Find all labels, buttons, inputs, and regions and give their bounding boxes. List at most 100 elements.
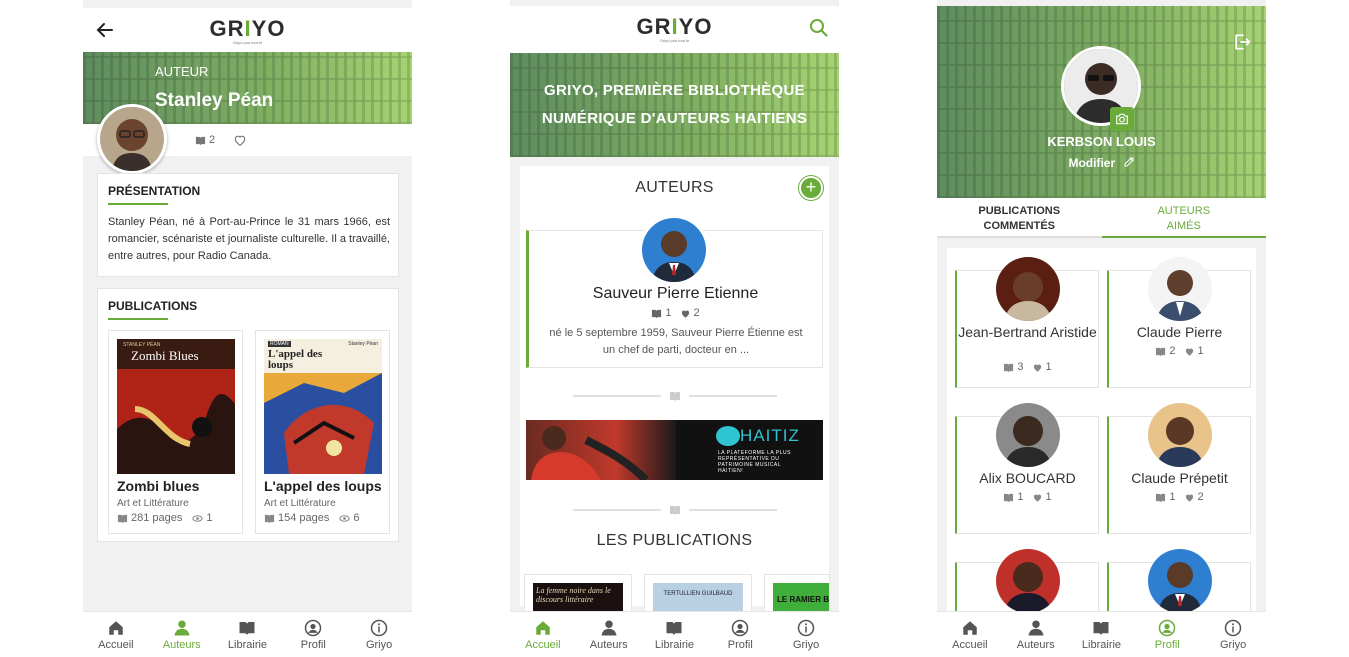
add-author-button[interactable]: + <box>799 176 823 200</box>
griyo-logo[interactable]: GRIYO Griyo pou tout lè <box>210 16 286 45</box>
publications-section-title: LES PUBLICATIONS <box>596 532 753 549</box>
nav-authors[interactable]: Auteurs <box>576 612 642 657</box>
book-icon <box>239 621 255 635</box>
author-name: Claude Pierre <box>1136 324 1223 340</box>
book-meta: 154 pages 6 <box>264 512 360 524</box>
nav-home[interactable]: Accueil <box>83 612 149 657</box>
author-name: Stanley Péan <box>155 90 274 111</box>
book-icon <box>1004 363 1014 372</box>
book-title: Zombi blues <box>117 478 200 494</box>
profile-screen: KERBSON LOUIS Modifier PUBLICATIONS COMME… <box>937 0 1266 657</box>
haitiz-tagline: LA PLATEFORME LA PLUS REPRÉSENTATIVE DU … <box>718 450 791 474</box>
app-header: GRIYO Griyo pou tout lè <box>510 6 839 53</box>
book-icon <box>670 392 680 401</box>
nav-library[interactable]: Librairie <box>215 612 281 657</box>
book-card[interactable]: STANLEY PÉAN Zombi Blues Zombi blues Art… <box>108 330 243 534</box>
nav-library[interactable]: Librairie <box>642 612 708 657</box>
user-icon <box>1028 620 1044 635</box>
book-icon <box>1156 493 1166 502</box>
section-divider <box>573 390 777 402</box>
home-icon <box>963 620 977 635</box>
book-meta: 281 pages 1 <box>117 512 213 524</box>
book-icon <box>1093 621 1109 635</box>
profile-name: KERBSON LOUIS <box>1047 134 1156 149</box>
logout-icon[interactable] <box>1232 32 1252 52</box>
nav-griyo[interactable]: Griyo <box>1200 612 1266 657</box>
authors-section-title: AUTEURS <box>635 179 714 196</box>
author-card[interactable]: Jean-Bertrand Aristide 3 1 <box>955 257 1099 388</box>
hero-heading: GRIYO, PREMIÈRE BIBLIOTHÈQUE NUMÉRIQUE D… <box>541 82 808 127</box>
home-content: AUTEURS + Sauveur Pierre Etienne 1 2 né … <box>520 166 830 623</box>
author-avatar <box>1147 257 1212 321</box>
bottom-nav: Accueil Auteurs Librairie Profil Griyo <box>937 611 1266 657</box>
edit-profile-link[interactable]: Modifier <box>937 156 1266 170</box>
book-category: Art et Littérature <box>117 498 189 509</box>
profile-icon <box>305 619 322 636</box>
heart-icon <box>1185 494 1193 502</box>
author-card[interactable]: Alix BOUCARD 1 1 <box>955 403 1099 534</box>
nav-profile[interactable]: Profil <box>707 612 773 657</box>
nav-authors[interactable]: Auteurs <box>1003 612 1069 657</box>
author-stats: 1 1 <box>957 491 1098 503</box>
book-title: L'appel des loups <box>264 478 382 494</box>
publications-card: PUBLICATIONS STANLEY PÉAN Zombi Blues Zo… <box>97 288 399 542</box>
user-icon <box>601 620 617 635</box>
home-screen: GRIYO Griyo pou tout lè GRIYO, PREMIÈRE … <box>510 0 839 657</box>
nav-home[interactable]: Accueil <box>510 612 576 657</box>
liked-authors-grid: Jean-Bertrand Aristide 3 1 Claude Pierre… <box>947 248 1256 657</box>
home-icon <box>109 620 123 635</box>
book-icon <box>670 506 680 515</box>
author-card[interactable]: Claude Pierre 2 1 <box>1107 257 1251 388</box>
nav-profile[interactable]: Profil <box>280 612 346 657</box>
heart-icon <box>1033 494 1041 502</box>
publication-card[interactable]: La femme noire dans le discours littérai… <box>524 574 632 623</box>
publication-card[interactable]: LE RAMIER B <box>764 574 830 614</box>
author-avatar <box>995 257 1060 321</box>
presentation-text: Stanley Péan, né à Port-au-Prince le 31 … <box>108 216 390 262</box>
author-name: Claude Prépetit <box>1131 470 1228 486</box>
author-avatar <box>995 549 1060 613</box>
author-role-label: AUTEUR <box>155 64 209 79</box>
bottom-nav: Accueil Auteurs Librairie Profil Griyo <box>510 611 839 657</box>
author-card[interactable]: Claude Prépetit 1 2 <box>1107 403 1251 534</box>
nav-library[interactable]: Librairie <box>1069 612 1135 657</box>
presentation-title: PRÉSENTATION <box>108 184 201 198</box>
bottom-nav: Accueil Auteurs Librairie Profil Griyo <box>83 611 412 657</box>
book-icon <box>264 514 275 523</box>
featured-author-card[interactable]: Sauveur Pierre Etienne 1 2 né le 5 septe… <box>526 215 823 368</box>
heart-icon <box>1033 364 1041 372</box>
author-avatar <box>995 403 1060 467</box>
tab-commented-publications[interactable]: PUBLICATIONS COMMENTÉS <box>937 198 1102 238</box>
book-cover: STANLEY PÉAN Zombi Blues <box>117 339 235 474</box>
haitiz-ad-banner[interactable]: HAITIZ LA PLATEFORME LA PLUS REPRÉSENTAT… <box>526 420 823 480</box>
featured-author-avatar <box>639 215 709 285</box>
info-icon <box>797 619 815 636</box>
search-icon[interactable] <box>809 18 829 38</box>
camera-icon <box>1116 113 1128 125</box>
featured-author-name: Sauveur Pierre Etienne <box>592 285 759 302</box>
nav-home[interactable]: Accueil <box>937 612 1003 657</box>
nav-authors[interactable]: Auteurs <box>149 612 215 657</box>
author-avatar <box>97 104 167 174</box>
author-avatar <box>1147 549 1212 613</box>
book-icon <box>666 621 682 635</box>
books-count: 2 <box>195 134 215 146</box>
publication-card[interactable]: TERTULLIEN GUILBAUD <box>644 574 752 623</box>
eye-icon <box>192 514 204 522</box>
author-detail-screen: GRIYO Griyo pou tout lè AUTEUR Stanley P… <box>83 0 412 657</box>
book-card[interactable]: ROMAN Stanley Péan L'appel des loups L'a… <box>255 330 390 534</box>
haitiz-logo: HAITIZ <box>740 426 800 445</box>
nav-profile[interactable]: Profil <box>1134 612 1200 657</box>
nav-griyo[interactable]: Griyo <box>773 612 839 657</box>
author-stats: 2 1 <box>1109 345 1250 357</box>
app-header: GRIYO Griyo pou tout lè <box>83 8 412 52</box>
book-cover: ROMAN Stanley Péan L'appel des loups <box>264 339 382 474</box>
back-arrow-icon[interactable] <box>95 20 115 40</box>
home-icon <box>536 620 550 635</box>
heart-icon[interactable] <box>233 133 247 147</box>
featured-author-stats: 1 2 <box>529 307 822 319</box>
nav-griyo[interactable]: Griyo <box>346 612 412 657</box>
tab-liked-authors[interactable]: AUTEURS AIMÉS <box>1101 198 1266 238</box>
change-photo-button[interactable] <box>1110 107 1134 131</box>
griyo-logo[interactable]: GRIYO Griyo pou tout lè <box>637 14 713 43</box>
